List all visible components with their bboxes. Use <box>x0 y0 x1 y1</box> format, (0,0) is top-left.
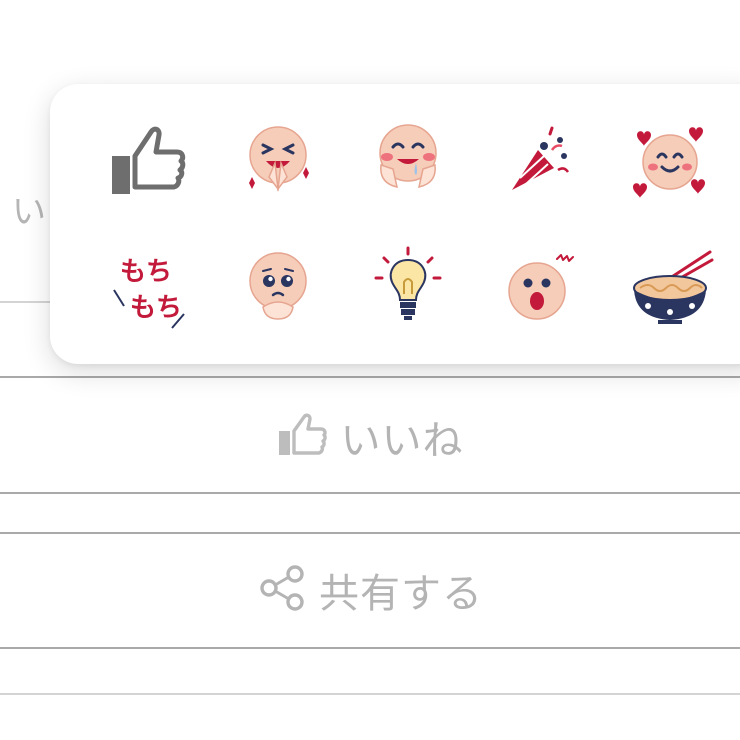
reaction-picker: もち もち <box>50 84 740 364</box>
like-button[interactable]: いいね <box>0 405 740 469</box>
divider-line <box>0 492 740 494</box>
like-label: いいね <box>340 418 464 464</box>
thumbs-up-icon[interactable] <box>98 112 198 212</box>
surprised-face-sticker[interactable] <box>490 238 590 338</box>
laughing-clap-sticker[interactable] <box>228 112 328 212</box>
drooling-face-sticker[interactable] <box>358 112 458 212</box>
share-label: 共有する <box>319 571 483 617</box>
background-partial-text: い <box>12 192 46 232</box>
party-popper-sticker[interactable] <box>490 112 590 212</box>
ramen-bowl-sticker[interactable] <box>620 238 720 338</box>
thumbs-up-icon <box>277 409 329 465</box>
hearts-smile-sticker[interactable] <box>620 112 720 212</box>
pleading-face-sticker[interactable] <box>228 238 328 338</box>
lightbulb-sticker[interactable] <box>358 238 458 338</box>
share-button[interactable]: 共有する <box>0 558 740 622</box>
divider-line <box>0 532 740 534</box>
divider-line <box>0 693 740 695</box>
divider-line <box>0 376 740 378</box>
divider-line <box>0 647 740 649</box>
mochimochi-sticker[interactable]: もち もち <box>98 238 198 338</box>
mochi-text-top: もち <box>120 257 172 287</box>
share-icon <box>257 563 307 617</box>
mochi-text-bottom: もち <box>130 293 182 323</box>
